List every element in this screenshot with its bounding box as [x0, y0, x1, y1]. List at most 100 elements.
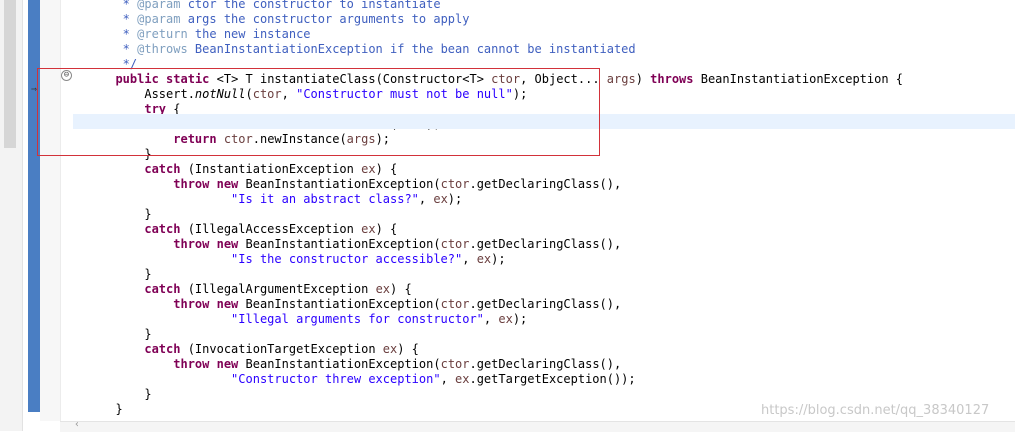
code-token: ) { [375, 222, 398, 236]
code-token: (IllegalAccessException [180, 222, 362, 236]
code-token: "Is the constructor accessible?" [231, 252, 463, 266]
code-token: .getDeclaringClass(), [469, 177, 622, 191]
code-token: the new instance [187, 27, 311, 41]
code-token: new [216, 177, 239, 191]
code-line[interactable]: * @param ctor the constructor to instant… [101, 0, 441, 12]
code-line[interactable]: "Is it an abstract class?", ex); [101, 192, 462, 207]
overview-ruler-bar [28, 0, 40, 412]
code-line[interactable]: throw new BeanInstantiationException(cto… [101, 297, 621, 312]
code-token: ex [361, 222, 376, 236]
code-line[interactable]: } [101, 207, 151, 222]
code-token: * [101, 42, 138, 56]
code-token: BeanInstantiationException( [238, 177, 441, 191]
code-token: * [101, 27, 138, 41]
code-token: "Is it an abstract class?" [231, 192, 419, 206]
left-panel-scrollbar[interactable] [0, 0, 23, 431]
code-token: ex [375, 282, 391, 296]
code-line[interactable]: catch (IllegalArgumentException ex) { [101, 282, 411, 297]
code-line[interactable]: } [101, 267, 151, 282]
code-token: throw [173, 237, 210, 251]
code-token: ex [498, 312, 513, 326]
code-token: args [606, 72, 636, 86]
code-token: ); [512, 312, 528, 326]
code-token: , [462, 252, 477, 266]
code-token: @return [137, 27, 188, 41]
code-token: } [101, 387, 152, 401]
code-token: ) { [397, 342, 419, 356]
code-line[interactable]: throw new BeanInstantiationException(cto… [101, 177, 621, 192]
code-token: , [440, 372, 456, 386]
code-line[interactable]: "Constructor threw exception", ex.getTar… [101, 372, 636, 387]
code-token: ) { [375, 162, 398, 176]
code-token: throws [650, 72, 694, 86]
code-token: catch [144, 222, 181, 236]
code-token: BeanInstantiationException( [238, 237, 441, 251]
code-line[interactable]: throw new BeanInstantiationException(cto… [101, 237, 621, 252]
code-token: .getDeclaringClass(), [469, 357, 622, 371]
code-token: (IllegalArgumentException [180, 282, 376, 296]
code-token: ex [455, 372, 470, 386]
code-token: (InvocationTargetException [180, 342, 383, 356]
code-token: ctor [440, 297, 470, 311]
code-token: throw [173, 357, 210, 371]
highlight-rectangle [37, 68, 600, 156]
code-line[interactable]: catch (IllegalAccessException ex) { [101, 222, 397, 237]
code-token: ctor the constructor to instantiate [180, 0, 441, 11]
code-line[interactable]: "Is the constructor accessible?", ex); [101, 252, 506, 267]
code-token: @param [137, 12, 181, 26]
code-token: * [101, 12, 138, 26]
code-token: new [216, 237, 239, 251]
code-token: , [483, 312, 499, 326]
code-line[interactable]: "Illegal arguments for constructor", ex)… [101, 312, 527, 327]
code-token: .getTargetException()); [469, 372, 636, 386]
code-token: args the constructor arguments to apply [180, 12, 470, 26]
code-token: .getDeclaringClass(), [469, 297, 622, 311]
code-line[interactable]: * @throws BeanInstantiationException if … [101, 42, 636, 57]
code-token: @param [137, 0, 181, 11]
code-line[interactable]: } [101, 402, 123, 417]
code-token: ctor [440, 237, 470, 251]
code-token: @throws [137, 42, 188, 56]
code-line[interactable]: catch (InvocationTargetException ex) { [101, 342, 419, 357]
code-token: ctor [440, 357, 470, 371]
code-token: BeanInstantiationException { [693, 72, 904, 86]
code-token: "Constructor threw exception" [231, 372, 441, 386]
code-line[interactable]: * @param args the constructor arguments … [101, 12, 470, 27]
code-token: new [216, 297, 239, 311]
horizontal-scrollbar[interactable]: ‹ [60, 419, 1015, 432]
left-panel-scroll-thumb[interactable] [4, 0, 16, 148]
code-line[interactable]: catch (InstantiationException ex) { [101, 162, 397, 177]
code-token: ctor [440, 177, 470, 191]
code-token: BeanInstantiationException( [238, 357, 441, 371]
code-token: ) [635, 72, 651, 86]
code-token: } [101, 327, 152, 341]
code-token: , [418, 192, 434, 206]
code-token: catch [144, 162, 181, 176]
code-token: ); [447, 192, 463, 206]
code-token: } [101, 402, 123, 416]
code-line[interactable]: } [101, 327, 152, 342]
code-token: * [101, 0, 138, 11]
code-line[interactable]: * @return the new instance [101, 27, 311, 42]
code-token: ); [491, 252, 506, 266]
code-editor[interactable]: * @param ctor the constructor to instant… [60, 0, 1015, 421]
scroll-left-icon[interactable]: ‹ [74, 419, 80, 430]
code-line[interactable]: } [101, 387, 152, 402]
code-token: catch [144, 342, 181, 356]
code-token: .getDeclaringClass(), [469, 237, 622, 251]
code-token: BeanInstantiationException( [238, 297, 441, 311]
code-token: new [216, 357, 239, 371]
code-token: ex [361, 162, 376, 176]
code-line[interactable]: throw new BeanInstantiationException(cto… [101, 357, 621, 372]
